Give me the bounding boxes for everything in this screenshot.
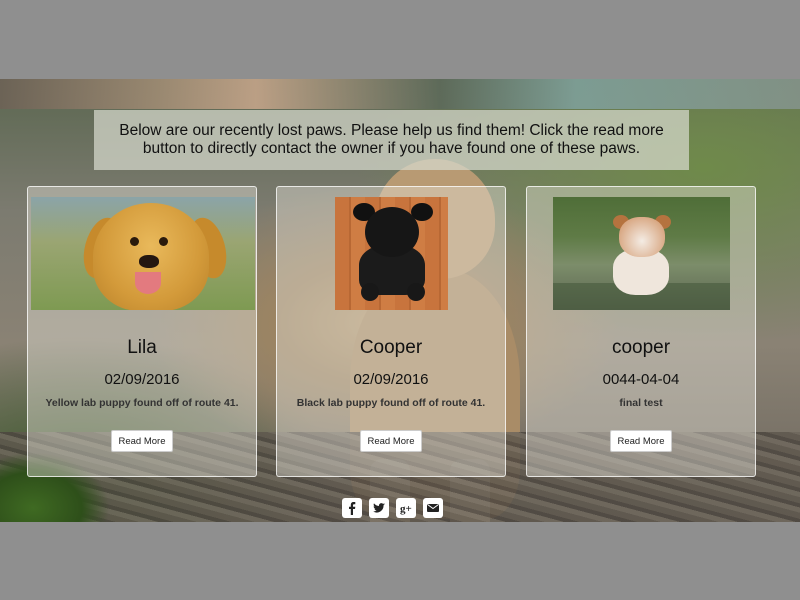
- social-links: g+: [342, 498, 443, 518]
- pet-name: Lila: [127, 337, 157, 358]
- pet-date: 02/09/2016: [104, 371, 180, 388]
- pet-description: Yellow lab puppy found off of route 41.: [45, 397, 239, 409]
- read-more-button[interactable]: Read More: [610, 430, 672, 452]
- pet-name: Cooper: [359, 337, 423, 358]
- pet-date: 02/09/2016: [353, 371, 429, 388]
- pet-photo: [31, 197, 255, 310]
- pet-name: cooper: [611, 337, 671, 358]
- pet-description: final test: [619, 397, 663, 409]
- pet-photo: [553, 197, 730, 310]
- pet-card: Lila 02/09/2016 Yellow lab puppy found o…: [27, 186, 257, 477]
- google-plus-icon[interactable]: g+: [396, 498, 416, 518]
- read-more-button[interactable]: Read More: [111, 430, 173, 452]
- twitter-icon[interactable]: [369, 498, 389, 518]
- background-blur-strip: [0, 79, 800, 109]
- pet-description: Black lab puppy found off of route 41.: [296, 397, 486, 409]
- email-icon[interactable]: [423, 498, 443, 518]
- pet-card: cooper 0044-04-04 final test Read More: [526, 186, 756, 477]
- facebook-icon[interactable]: [342, 498, 362, 518]
- intro-banner: Below are our recently lost paws. Please…: [94, 110, 689, 170]
- pet-date: 0044-04-04: [602, 371, 680, 388]
- svg-text:g+: g+: [400, 503, 412, 515]
- read-more-button[interactable]: Read More: [360, 430, 422, 452]
- intro-text: Below are our recently lost paws. Please…: [119, 122, 664, 157]
- pet-card: Cooper 02/09/2016 Black lab puppy found …: [276, 186, 506, 477]
- pet-photo: [335, 197, 448, 310]
